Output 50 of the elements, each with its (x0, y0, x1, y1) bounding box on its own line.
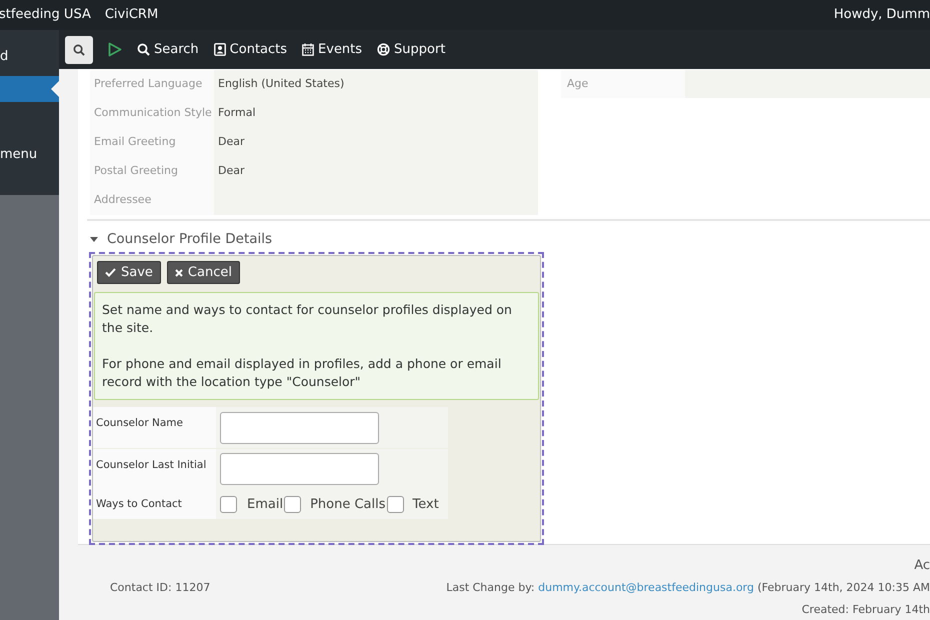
field-value: Dear (214, 128, 538, 156)
app-name-link[interactable]: CiviCRM (104, 5, 158, 25)
field-label: Addressee (90, 186, 214, 214)
cancel-button[interactable]: Cancel (166, 261, 240, 284)
check-icon (105, 268, 116, 278)
field-label: Communication Style (90, 99, 214, 128)
field-value: English (United States) (214, 70, 538, 98)
field-label: Age (561, 70, 685, 98)
sidebar-item[interactable] (0, 76, 59, 102)
field-value: Formal (214, 99, 538, 128)
close-icon (174, 268, 183, 277)
checkbox-label: Email (247, 496, 284, 514)
created-text: Created: February 14th (802, 602, 930, 618)
sidebar-item[interactable]: menu (0, 142, 59, 168)
field-label: Ways to Contact (93, 490, 216, 520)
checkbox[interactable] (284, 496, 302, 514)
help-text: Set name and ways to contact for counselor profiles displayed on the site. (102, 301, 513, 338)
current-pointer-icon (51, 81, 59, 97)
play-logo-icon[interactable] (108, 42, 122, 57)
checkbox-label: Text (412, 496, 439, 514)
contact-id: Contact ID: 11207 (110, 580, 210, 596)
quicksearch-button[interactable] (65, 36, 93, 64)
menu-link[interactable]: Search (137, 40, 199, 60)
footer-text: Ac (914, 557, 930, 575)
search-icon (73, 44, 85, 56)
menu-link[interactable]: Support (377, 40, 446, 60)
field-label: Counselor Name (93, 407, 216, 448)
last-change-text: Last Change by: dummy.account@breastfeedingusa.org (February 14th, 2024 10:35 AM (446, 580, 930, 596)
search-icon (137, 43, 150, 56)
field-label: Counselor Last Initial (93, 448, 216, 490)
text-input[interactable] (220, 412, 379, 444)
field-label: Email Greeting (90, 128, 214, 156)
calendar-icon (302, 43, 314, 56)
menu-link[interactable]: Contacts (214, 40, 288, 60)
checkbox[interactable] (386, 496, 404, 514)
field-label: Postal Greeting (90, 157, 214, 186)
text-input[interactable] (220, 453, 379, 486)
checkbox-label: Phone Calls (310, 496, 386, 514)
greeting-link[interactable]: Howdy, Dumm (834, 5, 930, 25)
sidebar-item[interactable]: d (0, 44, 59, 70)
contact-card-icon (214, 43, 226, 56)
help-text: For phone and email displayed in profiles, add a phone or email record with the location type "Counselor" (102, 355, 502, 392)
site-name-link[interactable]: stfeeding USA (0, 5, 91, 25)
checkbox[interactable] (220, 496, 237, 514)
life-ring-icon (377, 43, 390, 56)
menu-link[interactable]: Events (302, 40, 362, 60)
save-button[interactable]: Save (97, 261, 161, 284)
field-label: Preferred Language (90, 70, 214, 98)
section-header[interactable]: Counselor Profile Details (90, 229, 930, 250)
field-value: Dear (214, 157, 538, 186)
